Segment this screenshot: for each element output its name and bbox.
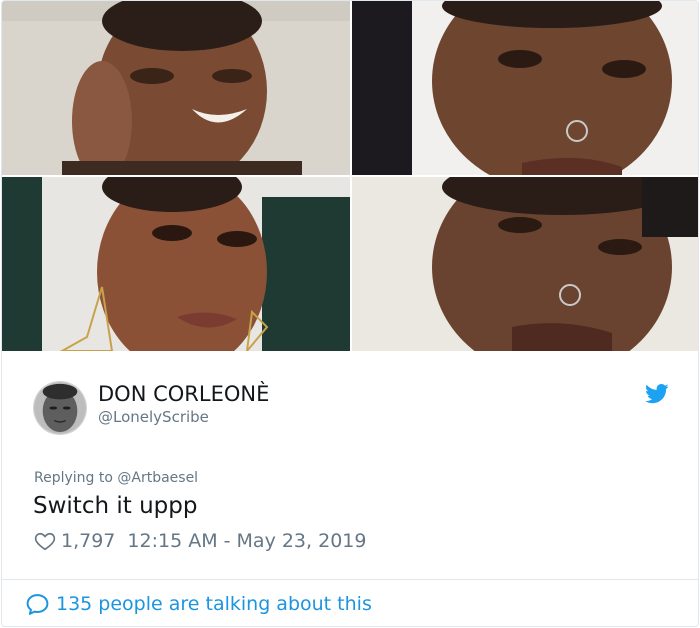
tweet-photo-3[interactable] bbox=[2, 177, 350, 351]
tweet-photo-1[interactable] bbox=[2, 1, 350, 175]
speech-bubble-icon bbox=[26, 593, 49, 615]
replying-to-text: Replying to @Artbaesel bbox=[34, 470, 199, 486]
twitter-bird-icon[interactable] bbox=[645, 383, 669, 405]
tweet-timestamp[interactable]: 12:15 AM - May 23, 2019 bbox=[127, 530, 366, 552]
tweet-meta-row: 1,797 12:15 AM - May 23, 2019 bbox=[34, 529, 366, 553]
tweet-photo-2[interactable] bbox=[352, 1, 698, 175]
photo-grid bbox=[2, 1, 698, 351]
tweet-text: Switch it uppp bbox=[33, 493, 198, 519]
like-count[interactable]: 1,797 bbox=[61, 530, 115, 552]
divider bbox=[2, 579, 698, 580]
tweet-photo-4[interactable] bbox=[352, 177, 698, 351]
author-display-name[interactable]: DON CORLEONÈ bbox=[98, 382, 269, 406]
author-avatar[interactable] bbox=[33, 381, 87, 435]
author-handle[interactable]: @LonelyScribe bbox=[98, 408, 209, 426]
embedded-tweet-card: DON CORLEONÈ @LonelyScribe Replying to @… bbox=[1, 0, 699, 627]
talking-about-text[interactable]: 135 people are talking about this bbox=[56, 593, 372, 615]
heart-outline-icon[interactable] bbox=[34, 530, 56, 552]
conversation-link[interactable]: 135 people are talking about this bbox=[25, 591, 372, 617]
